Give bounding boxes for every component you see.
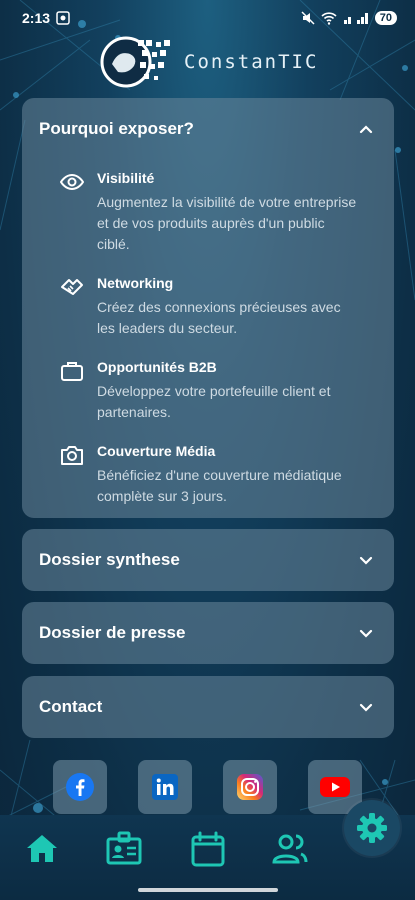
accordion-title: Dossier synthese	[39, 550, 180, 569]
benefit-title: Visibilité	[97, 170, 155, 186]
instagram-icon	[237, 774, 263, 800]
accordion-header[interactable]: Dossier de presse	[22, 602, 394, 664]
facebook-icon	[66, 773, 94, 801]
accordion-dossier-de-presse[interactable]: Dossier de presse	[22, 602, 394, 664]
battery-indicator: 70	[374, 11, 397, 25]
accordion-title: Pourquoi exposer?	[39, 119, 194, 138]
calendar-icon[interactable]	[188, 829, 228, 869]
screenshot-icon	[56, 11, 70, 25]
benefit-description: Développez votre portefeuille client et …	[97, 383, 331, 420]
linkedin-button[interactable]	[138, 760, 192, 814]
chevron-down-icon	[359, 703, 373, 712]
accordion-header[interactable]: Dossier synthese	[22, 529, 394, 591]
linkedin-icon	[152, 774, 178, 800]
home-icon[interactable]	[22, 829, 62, 869]
benefit-description: Bénéficiez d'une couverture médiatique c…	[97, 467, 342, 504]
facebook-button[interactable]	[53, 760, 107, 814]
camera-icon	[61, 446, 83, 465]
briefcase-icon	[61, 362, 83, 381]
chevron-up-icon	[359, 125, 373, 134]
eye-icon	[60, 173, 84, 191]
clock: 2:13	[22, 10, 51, 26]
constantic-logo-mark	[100, 36, 170, 88]
chevron-down-icon	[359, 629, 373, 638]
accordion-dossier-synthese[interactable]: Dossier synthese	[22, 529, 394, 591]
brand-logo: ConstanTIC	[98, 34, 328, 90]
accordion-header[interactable]: Pourquoi exposer?	[22, 98, 394, 160]
benefit-description: Augmentez la visibilité de votre entrepr…	[97, 194, 357, 252]
benefit-description: Créez des connexions précieuses avec les…	[97, 299, 341, 336]
people-icon[interactable]	[270, 829, 310, 869]
accordion-header[interactable]: Contact	[22, 676, 394, 738]
badge-icon[interactable]	[104, 829, 144, 869]
chevron-down-icon	[359, 556, 373, 565]
accordion-pourquoi-exposer: Pourquoi exposer? Visibilité Augmentez l…	[22, 98, 394, 518]
benefit-title: Couverture Média	[97, 443, 216, 459]
gear-icon	[357, 813, 387, 843]
home-indicator	[138, 888, 278, 892]
settings-button[interactable]	[344, 800, 400, 856]
accordion-title: Dossier de presse	[39, 623, 186, 642]
accordion-contact[interactable]: Contact	[22, 676, 394, 738]
status-bar: 2:13 70	[0, 0, 415, 36]
instagram-button[interactable]	[223, 760, 277, 814]
youtube-icon	[320, 777, 350, 797]
accordion-title: Contact	[39, 697, 103, 716]
brand-name: ConstanTIC	[184, 51, 319, 73]
benefit-title: Opportunités B2B	[97, 359, 217, 375]
handshake-icon	[61, 279, 83, 295]
wifi-icon	[321, 12, 337, 25]
benefit-title: Networking	[97, 275, 174, 291]
mute-icon	[301, 11, 315, 25]
signal-icon	[343, 13, 368, 24]
